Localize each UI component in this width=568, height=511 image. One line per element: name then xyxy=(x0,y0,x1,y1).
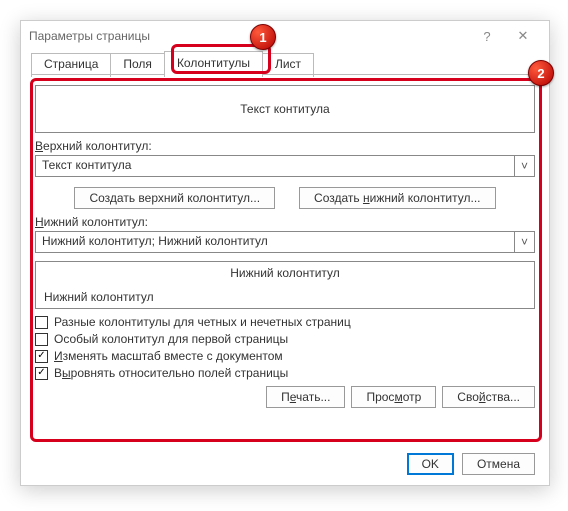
footer-combo-value: Нижний колонтитул; Нижний колонтитул xyxy=(36,232,514,252)
chevron-down-icon[interactable]: ˅ xyxy=(514,156,534,176)
check-align[interactable]: Выровнять относительно полей страницы xyxy=(35,366,535,380)
tab-headers-footers[interactable]: Колонтитулы xyxy=(164,51,263,75)
dialog-title: Параметры страницы xyxy=(29,29,150,43)
create-header-button[interactable]: Создать верхний колонтитул... xyxy=(74,187,275,209)
titlebar: Параметры страницы ? ✕ xyxy=(21,21,549,51)
help-icon[interactable]: ? xyxy=(469,23,505,49)
footer-label: Нижний колонтитул: xyxy=(35,215,535,229)
cancel-button[interactable]: Отмена xyxy=(462,453,535,475)
properties-button[interactable]: Свойства... xyxy=(442,386,535,408)
ok-button[interactable]: OK xyxy=(407,453,454,475)
footer-combo[interactable]: Нижний колонтитул; Нижний колонтитул ˅ xyxy=(35,231,535,253)
header-combo-value: Текст контитула xyxy=(36,156,514,176)
callout-badge-2: 2 xyxy=(528,60,554,86)
tab-body: Текст контитула ВВерхний колонтитул:ерхн… xyxy=(21,75,549,416)
tabstrip: Страница Поля Колонтитулы Лист xyxy=(21,51,549,75)
header-label: ВВерхний колонтитул:ерхний колонтитул: xyxy=(35,139,535,153)
dialog-footer: OK Отмена xyxy=(407,453,535,475)
check-scale[interactable]: Изменять масштаб вместе с документом xyxy=(35,349,535,363)
footer-preview-center: Нижний колонтитул xyxy=(44,266,526,280)
print-button[interactable]: Печать... xyxy=(266,386,345,408)
create-footer-button[interactable]: Создать нижний колонтитул... xyxy=(299,187,495,209)
page-setup-dialog: Параметры страницы ? ✕ Страница Поля Кол… xyxy=(20,20,550,486)
header-preview-text: Текст контитула xyxy=(240,102,329,116)
header-preview: Текст контитула xyxy=(35,85,535,133)
footer-preview-left: Нижний колонтитул xyxy=(44,290,526,304)
chevron-down-icon[interactable]: ˅ xyxy=(514,232,534,252)
callout-badge-1: 1 xyxy=(250,24,276,50)
check-first-page[interactable]: Особый колонтитул для первой страницы xyxy=(35,332,535,346)
footer-preview: Нижний колонтитул Нижний колонтитул xyxy=(35,261,535,309)
header-combo[interactable]: Текст контитула ˅ xyxy=(35,155,535,177)
close-icon[interactable]: ✕ xyxy=(505,23,541,49)
check-odd-even[interactable]: Разные колонтитулы для четных и нечетных… xyxy=(35,315,535,329)
preview-button[interactable]: Просмотр xyxy=(351,386,436,408)
